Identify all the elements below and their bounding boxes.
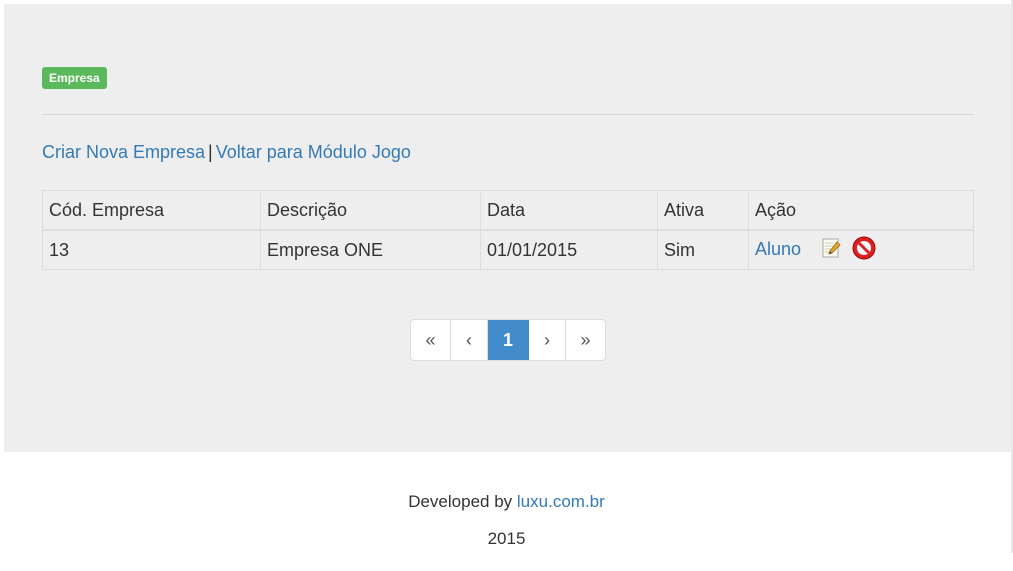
footer-credit: Developed by luxu.com.br: [0, 492, 1013, 512]
column-header-descricao: Descrição: [260, 190, 481, 231]
table-header-row: Cód. Empresa Descrição Data Ativa Ação: [42, 190, 974, 231]
company-table: Cód. Empresa Descrição Data Ativa Ação 1…: [42, 190, 974, 270]
pagination-last-button[interactable]: »: [566, 320, 605, 360]
divider: [42, 114, 974, 115]
footer-site-link[interactable]: luxu.com.br: [517, 492, 605, 511]
column-header-ativa: Ativa: [657, 190, 749, 231]
column-header-data: Data: [480, 190, 658, 231]
column-header-cod: Cód. Empresa: [42, 190, 261, 231]
footer-year: 2015: [487, 529, 526, 548]
pagination-page-1-button[interactable]: 1: [488, 320, 529, 360]
aluno-link[interactable]: Aluno: [755, 239, 801, 259]
pagination-next-button[interactable]: ›: [529, 320, 566, 360]
cell-ativa: Sim: [657, 229, 749, 270]
edit-icon[interactable]: [820, 237, 842, 264]
create-company-link[interactable]: Criar Nova Empresa: [42, 142, 205, 162]
pagination-first-button[interactable]: «: [411, 320, 451, 360]
cell-descricao: Empresa ONE: [260, 229, 481, 270]
page: Empresa Criar Nova Empresa | Voltar para M…: [0, 0, 1013, 571]
column-header-acao: Ação: [748, 190, 974, 231]
cell-data: 01/01/2015: [480, 229, 658, 270]
cell-cod: 13: [42, 229, 261, 270]
link-separator: |: [208, 142, 213, 162]
pagination: « ‹ 1 › »: [410, 319, 606, 361]
delete-icon[interactable]: [851, 235, 877, 266]
section-badge: Empresa: [42, 67, 107, 89]
table-row: 13 Empresa ONE 01/01/2015 Sim Aluno: [42, 229, 974, 270]
back-to-game-module-link[interactable]: Voltar para Módulo Jogo: [216, 142, 411, 162]
action-links: Criar Nova Empresa | Voltar para Módulo Jo…: [42, 141, 411, 163]
cell-acao: Aluno: [748, 229, 974, 270]
pagination-prev-button[interactable]: ‹: [451, 320, 488, 360]
footer-developed-by: Developed by: [408, 492, 513, 511]
